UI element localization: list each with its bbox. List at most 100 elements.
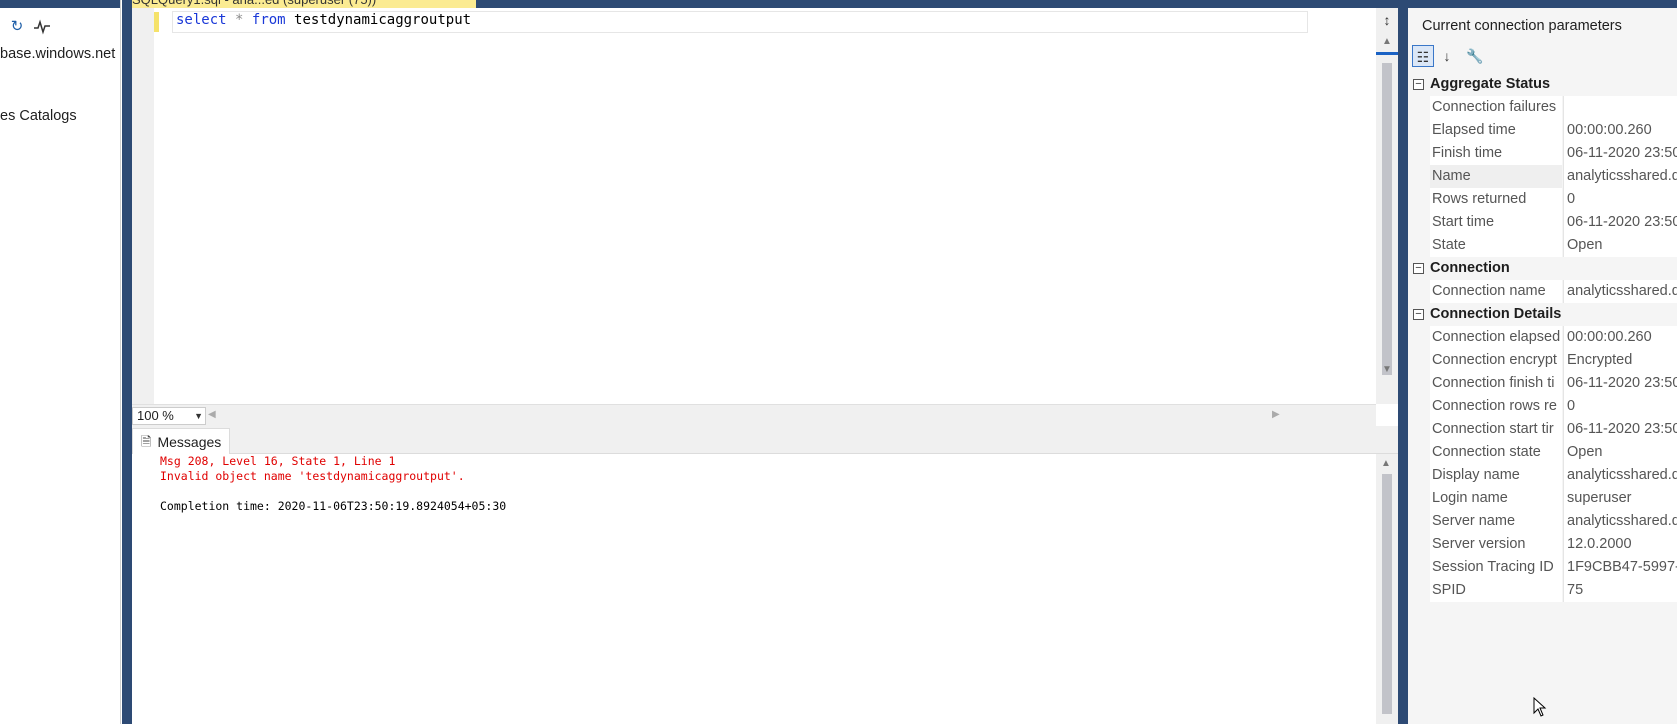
property-row-margin	[1408, 441, 1428, 464]
changed-line-marker	[154, 12, 159, 32]
tab-query-document[interactable]: SQLQuery1.sql - ana...ed (superuser (75)…	[132, 0, 476, 8]
property-row[interactable]: Display name analyticsshared.da	[1408, 464, 1677, 487]
property-value[interactable]: Open	[1563, 234, 1677, 257]
properties-titlebar	[1408, 0, 1677, 8]
property-name: Elapsed time	[1430, 119, 1562, 142]
property-name: Start time	[1430, 211, 1562, 234]
zoom-value: 100 %	[137, 408, 174, 423]
zoom-select[interactable]: 100 % ▼	[132, 407, 206, 425]
sql-code-line[interactable]: select * from testdynamicaggroutput	[176, 12, 471, 28]
property-value[interactable]: 1F9CBB47-5997-4	[1563, 556, 1677, 579]
property-value[interactable]: 0	[1563, 395, 1677, 418]
collapse-icon[interactable]: −	[1413, 79, 1424, 90]
property-row-margin	[1408, 234, 1428, 257]
scroll-up-icon[interactable]: ▲	[1381, 36, 1393, 48]
refresh-icon[interactable]: ↻	[8, 18, 26, 36]
property-name: Login name	[1430, 487, 1562, 510]
alphabetical-sort-icon[interactable]: ↓	[1436, 45, 1458, 67]
property-value[interactable]: 06-11-2020 23:50	[1563, 418, 1677, 441]
activity-monitor-icon[interactable]	[33, 18, 51, 36]
left-splitter[interactable]	[122, 0, 132, 724]
property-row[interactable]: Connection rows re 0	[1408, 395, 1677, 418]
property-value[interactable]: 00:00:00.260	[1563, 119, 1677, 142]
property-row-margin	[1408, 165, 1428, 188]
property-value[interactable]: superuser	[1563, 487, 1677, 510]
editor-scroll-thumb[interactable]	[1382, 63, 1392, 375]
scroll-up-icon[interactable]: ▲	[1381, 458, 1391, 469]
properties-object-header[interactable]: Current connection parameters	[1422, 18, 1622, 34]
properties-toolbar: ☷ ↓ 🔧	[1408, 42, 1677, 70]
scroll-left-icon[interactable]: ◀	[208, 409, 216, 420]
property-value[interactable]: analyticsshared.da	[1563, 510, 1677, 533]
property-row[interactable]: Finish time 06-11-2020 23:50	[1408, 142, 1677, 165]
split-window-icon[interactable]: ↕	[1379, 12, 1395, 28]
editor-vertical-scrollbar[interactable]: ↕ ▲ ▼	[1376, 8, 1398, 404]
property-row-margin	[1408, 326, 1428, 349]
property-row[interactable]: Server name analyticsshared.da	[1408, 510, 1677, 533]
property-value[interactable]: 12.0.2000	[1563, 533, 1677, 556]
property-name: Connection encrypt	[1430, 349, 1562, 372]
property-row[interactable]: Connection elapsed 00:00:00.260	[1408, 326, 1677, 349]
collapse-icon[interactable]: −	[1413, 263, 1424, 274]
property-row-margin	[1408, 211, 1428, 234]
property-value[interactable]: 06-11-2020 23:50	[1563, 372, 1677, 395]
property-value[interactable]: analyticsshared.da	[1563, 165, 1677, 188]
property-category[interactable]: − Aggregate Status	[1408, 73, 1677, 96]
scroll-down-icon[interactable]: ▼	[1381, 364, 1393, 376]
tab-messages[interactable]: 🗎 Messages	[132, 428, 231, 454]
property-row[interactable]: Name analyticsshared.da	[1408, 165, 1677, 188]
property-row[interactable]: SPID 75	[1408, 579, 1677, 602]
tab-messages-label: Messages	[157, 433, 222, 450]
property-row[interactable]: Elapsed time 00:00:00.260	[1408, 119, 1677, 142]
tree-node-catalogs[interactable]: es Catalogs	[0, 108, 77, 124]
property-row[interactable]: Connection encrypt Encrypted	[1408, 349, 1677, 372]
property-name: Session Tracing ID	[1430, 556, 1562, 579]
property-value[interactable]: analyticsshared.da	[1563, 464, 1677, 487]
property-row[interactable]: State Open	[1408, 234, 1677, 257]
messages-output[interactable]: Msg 208, Level 16, State 1, Line 1 Inval…	[132, 454, 1376, 724]
property-row-margin	[1408, 418, 1428, 441]
scroll-right-icon[interactable]: ▶	[1272, 409, 1280, 420]
property-row[interactable]: Connection start tir 06-11-2020 23:50	[1408, 418, 1677, 441]
property-value[interactable]	[1563, 96, 1677, 119]
categorized-icon[interactable]: ☷	[1412, 45, 1434, 67]
property-row-margin	[1408, 119, 1428, 142]
messages-icon: 🗎	[141, 433, 152, 449]
property-value[interactable]: Encrypted	[1563, 349, 1677, 372]
right-splitter[interactable]	[1398, 0, 1408, 724]
property-value[interactable]: 00:00:00.260	[1563, 326, 1677, 349]
property-row[interactable]: Start time 06-11-2020 23:50	[1408, 211, 1677, 234]
wrench-icon[interactable]: 🔧	[1464, 45, 1486, 67]
property-row[interactable]: Connection failures	[1408, 96, 1677, 119]
property-value[interactable]: analyticsshared.da	[1563, 280, 1677, 303]
object-explorer-panel: ↻ base.windows.net (S es Catalogs	[0, 0, 121, 724]
messages-scrollbar[interactable]: ▲	[1376, 454, 1398, 724]
property-row[interactable]: Connection finish ti 06-11-2020 23:50	[1408, 372, 1677, 395]
property-row[interactable]: Login name superuser	[1408, 487, 1677, 510]
property-category[interactable]: − Connection Details	[1408, 303, 1677, 326]
property-row[interactable]: Connection name analyticsshared.da	[1408, 280, 1677, 303]
property-row[interactable]: Session Tracing ID 1F9CBB47-5997-4	[1408, 556, 1677, 579]
property-value[interactable]: 0	[1563, 188, 1677, 211]
query-editor: SQLQuery1.sql - ana...ed (superuser (75)…	[132, 0, 1398, 724]
object-explorer-titlebar	[0, 0, 120, 8]
editor-gutter	[132, 8, 154, 404]
property-category[interactable]: − Connection	[1408, 257, 1677, 280]
message-line-error-text: Invalid object name 'testdynamicaggroutp…	[160, 469, 465, 483]
collapse-icon[interactable]: −	[1413, 309, 1424, 320]
message-line-completion: Completion time: 2020-11-06T23:50:19.892…	[160, 499, 507, 513]
property-value[interactable]: 75	[1563, 579, 1677, 602]
property-name: Connection rows re	[1430, 395, 1562, 418]
property-row[interactable]: Rows returned 0	[1408, 188, 1677, 211]
property-row[interactable]: Connection state Open	[1408, 441, 1677, 464]
property-category-label: Aggregate Status	[1430, 76, 1551, 92]
property-value[interactable]: Open	[1563, 441, 1677, 464]
messages-scroll-thumb[interactable]	[1382, 474, 1392, 714]
ssms-window: ↻ base.windows.net (S es Catalogs SQLQue…	[0, 0, 1677, 724]
property-name: Connection failures	[1430, 96, 1562, 119]
property-name: Rows returned	[1430, 188, 1562, 211]
property-value[interactable]: 06-11-2020 23:50	[1563, 142, 1677, 165]
tree-node-server[interactable]: base.windows.net (S	[0, 46, 120, 62]
property-row[interactable]: Server version 12.0.2000	[1408, 533, 1677, 556]
property-value[interactable]: 06-11-2020 23:50	[1563, 211, 1677, 234]
